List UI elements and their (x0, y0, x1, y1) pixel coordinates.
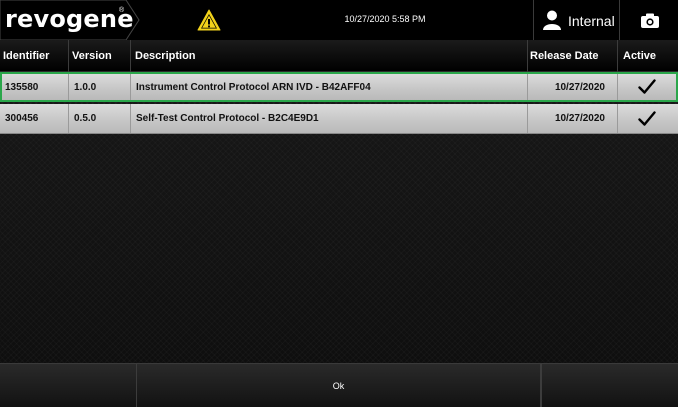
cell-release-date: 10/27/2020 (554, 81, 605, 93)
datetime-display: 10/27/2020 5:58 PM (344, 14, 426, 24)
column-header-identifier[interactable]: Identifier (3, 40, 49, 72)
column-divider (617, 40, 618, 72)
logo-registered-mark: ® (119, 7, 125, 14)
cell-version: 0.5.0 (74, 113, 97, 124)
cell-active (618, 104, 676, 133)
cell-identifier: 135580 (5, 81, 39, 93)
column-header-release-date[interactable]: Release Date (530, 40, 599, 72)
table-row-selected[interactable]: 135580 1.0.0 Instrument Control Protocol… (0, 72, 678, 102)
check-icon (638, 79, 656, 94)
cell-divider (68, 104, 69, 133)
cell-identifier: 300456 (5, 113, 39, 124)
column-divider (68, 40, 69, 72)
cell-release-date: 10/27/2020 (554, 113, 605, 124)
check-icon (638, 110, 656, 126)
footer-left-button[interactable] (0, 364, 136, 407)
warning-triangle-icon[interactable] (197, 9, 221, 31)
logo-text: revogene (5, 5, 134, 33)
table-header: Identifier Version Description Release D… (0, 40, 678, 72)
top-bar: revogene ® 10/27/2020 5:58 PM Internal (0, 0, 678, 40)
cell-divider (130, 74, 131, 100)
footer-right-button[interactable] (541, 364, 678, 407)
ok-button[interactable]: Ok (136, 364, 541, 407)
cell-active (618, 74, 676, 100)
cell-divider (68, 74, 69, 100)
column-header-version[interactable]: Version (72, 40, 112, 72)
cell-description: Instrument Control Protocol ARN IVD - B4… (136, 81, 371, 93)
column-header-active[interactable]: Active (623, 40, 656, 72)
column-divider (130, 40, 131, 72)
column-divider (527, 40, 528, 72)
camera-button[interactable] (619, 0, 678, 40)
logo: revogene ® (0, 0, 140, 40)
column-header-description[interactable]: Description (135, 40, 196, 72)
user-button[interactable]: Internal (533, 0, 619, 40)
table-row[interactable]: 300456 0.5.0 Self-Test Control Protocol … (0, 104, 678, 134)
cell-divider (130, 104, 131, 133)
footer-bar: Ok (0, 363, 678, 407)
user-label: Internal (568, 13, 615, 29)
protocol-screen: revogene ® 10/27/2020 5:58 PM Internal I… (0, 0, 678, 407)
user-icon (543, 10, 561, 30)
cell-version: 1.0.0 (74, 81, 97, 93)
camera-icon (641, 13, 659, 28)
cell-description: Self-Test Control Protocol - B2C4E9D1 (136, 113, 319, 124)
